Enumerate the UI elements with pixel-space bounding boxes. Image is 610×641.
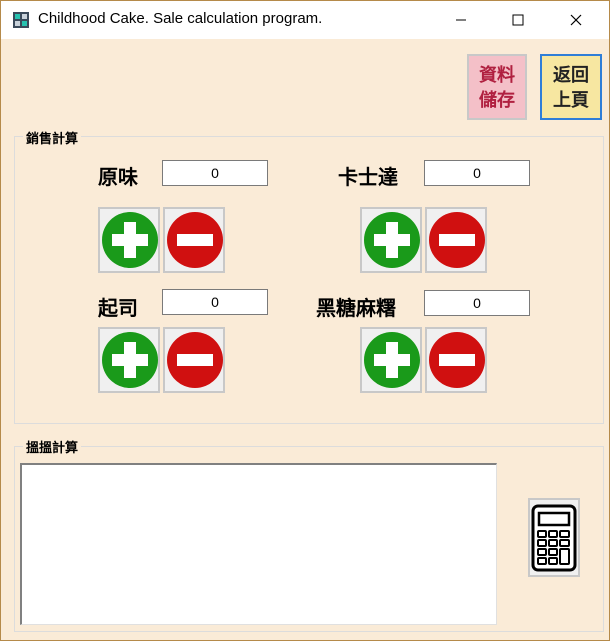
plus-button-brown-sugar-mochi[interactable]: [360, 327, 422, 393]
calc-group-label: 搵搵計算: [23, 437, 82, 456]
save-label-line2: 儲存: [479, 90, 515, 111]
sales-group-label: 銷售計算: [23, 128, 82, 147]
calculate-button[interactable]: [528, 498, 580, 577]
flavor-label-brown-sugar-mochi: 黑糖麻糬: [316, 296, 396, 320]
qty-input-brown-sugar-mochi[interactable]: 0: [424, 290, 530, 316]
main-window: Childhood Cake. Sale calculation program…: [0, 0, 610, 641]
back-label-line2: 上頁: [553, 90, 589, 111]
window-title: Childhood Cake. Sale calculation program…: [38, 10, 323, 27]
save-data-button[interactable]: 資料 儲存: [467, 54, 527, 120]
back-button[interactable]: 返回 上頁: [540, 54, 602, 120]
close-button[interactable]: [553, 1, 599, 39]
minus-circle-icon: [167, 212, 223, 268]
minus-circle-icon: [429, 332, 485, 388]
flavor-label-custard: 卡士達: [338, 165, 398, 189]
minus-button-custard[interactable]: [425, 207, 487, 273]
back-label-line1: 返回: [553, 65, 589, 86]
minus-circle-icon: [167, 332, 223, 388]
result-textarea[interactable]: [20, 463, 497, 625]
calculator-icon: [531, 504, 577, 572]
qty-input-cheese[interactable]: 0: [162, 289, 268, 315]
minus-circle-icon: [429, 212, 485, 268]
minimize-button[interactable]: [438, 1, 484, 39]
plus-button-custard[interactable]: [360, 207, 422, 273]
app-grid-icon: [13, 12, 29, 28]
plus-circle-icon: [102, 212, 158, 268]
qty-input-custard[interactable]: 0: [424, 160, 530, 186]
close-icon: [570, 14, 582, 26]
plus-button-cheese[interactable]: [98, 327, 160, 393]
qty-input-original[interactable]: 0: [162, 160, 268, 186]
plus-circle-icon: [364, 332, 420, 388]
plus-button-original[interactable]: [98, 207, 160, 273]
minus-button-brown-sugar-mochi[interactable]: [425, 327, 487, 393]
plus-circle-icon: [102, 332, 158, 388]
flavor-label-cheese: 起司: [98, 296, 138, 320]
minus-button-original[interactable]: [163, 207, 225, 273]
flavor-label-original: 原味: [98, 165, 138, 189]
maximize-button[interactable]: [495, 1, 541, 39]
minimize-icon: [456, 19, 466, 21]
title-bar[interactable]: Childhood Cake. Sale calculation program…: [1, 1, 609, 39]
minus-button-cheese[interactable]: [163, 327, 225, 393]
save-label-line1: 資料: [479, 65, 515, 86]
maximize-icon: [512, 14, 524, 26]
plus-circle-icon: [364, 212, 420, 268]
